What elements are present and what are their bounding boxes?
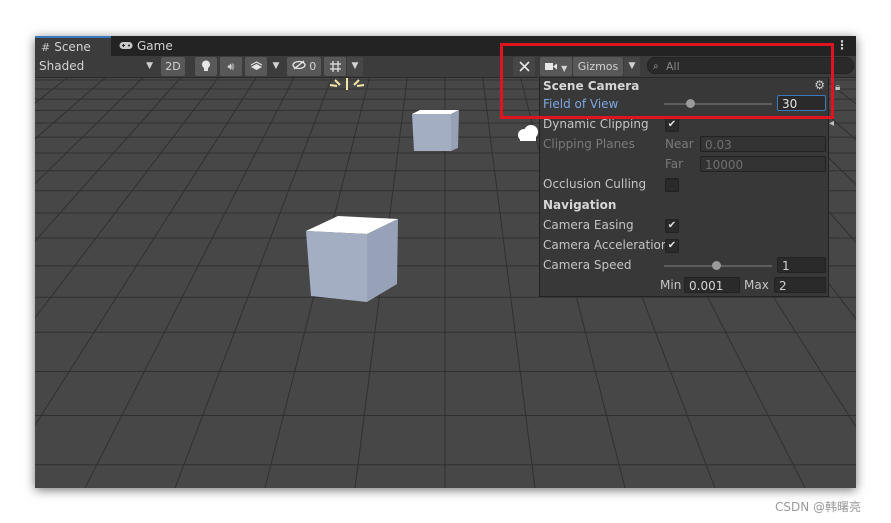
camera-speed-input[interactable]: 1 <box>777 257 826 273</box>
cube-object-large[interactable] <box>305 214 399 304</box>
camera-speed-label: Camera Speed <box>543 258 632 272</box>
max-label: Max <box>744 278 769 292</box>
far-label: Far <box>665 157 684 171</box>
dropdown-arrow-icon: ▼ <box>146 61 153 71</box>
grid-line <box>35 78 106 140</box>
dynamic-clipping-checkbox[interactable]: ✔ <box>665 118 679 132</box>
grid-snap-button[interactable] <box>324 57 346 76</box>
lighting-toggle-button[interactable] <box>195 57 217 76</box>
camera-easing-label: Camera Easing <box>543 218 634 232</box>
audio-source-gizmo-icon: ◂ <box>829 118 835 129</box>
effects-icon <box>250 61 263 75</box>
tab-game[interactable]: Game <box>113 36 179 56</box>
navigation-title: Navigation <box>543 198 617 212</box>
effects-dropdown-arrow-icon[interactable]: ▼ <box>269 57 283 76</box>
shading-mode-label: Shaded <box>39 59 85 73</box>
watermark-text: CSDN @韩曙亮 <box>775 500 862 514</box>
camera-acceleration-checkbox[interactable]: ✔ <box>665 239 679 253</box>
near-label: Near <box>665 137 694 151</box>
shading-mode-dropdown[interactable]: Shaded ▼ <box>35 57 157 76</box>
cloud-gizmo-icon <box>518 125 538 141</box>
grid-line <box>35 78 219 319</box>
grid-line <box>35 78 143 185</box>
occlusion-culling-label: Occlusion Culling <box>543 177 647 191</box>
camera-speed-slider-thumb[interactable] <box>712 261 721 270</box>
gamepad-icon <box>119 37 133 57</box>
cube-object-small[interactable] <box>411 108 461 152</box>
clipping-planes-label: Clipping Planes <box>543 137 635 151</box>
min-speed-input[interactable]: 0.001 <box>684 277 740 293</box>
far-input[interactable]: 10000 <box>700 156 826 172</box>
tab-scene[interactable]: # Scene <box>35 36 111 56</box>
audio-toggle-button[interactable]: 🔊︎ <box>220 57 242 76</box>
annotation-highlight-box <box>500 43 834 119</box>
grid-line <box>84 78 295 488</box>
mode-2d-button[interactable]: 2D <box>161 57 185 76</box>
occlusion-culling-checkbox[interactable] <box>665 178 679 192</box>
kebab-menu-icon[interactable]: ⋮ <box>836 38 848 52</box>
scene-view-viewport[interactable]: 🔒︎ ◂ Scene Camera ⚙ Field of View 30 Dyn… <box>35 78 856 488</box>
visibility-off-icon <box>292 60 310 73</box>
effects-toggle-button[interactable] <box>245 57 267 76</box>
grid-snap-icon <box>329 61 342 76</box>
lightbulb-icon <box>201 60 211 76</box>
hidden-objects-toggle-button[interactable]: 0 <box>287 57 321 76</box>
grid-icon: # <box>41 41 51 54</box>
max-speed-input[interactable]: 2 <box>774 277 826 293</box>
min-label: Min <box>660 278 682 292</box>
hidden-objects-count: 0 <box>309 60 317 73</box>
grid-dropdown-arrow-icon[interactable]: ▼ <box>347 57 363 76</box>
camera-easing-checkbox[interactable]: ✔ <box>665 219 679 233</box>
near-input[interactable]: 0.03 <box>700 136 826 152</box>
tab-scene-label: Scene <box>54 40 91 54</box>
audio-icon: 🔊︎ <box>227 60 235 73</box>
directional-light-gizmo-icon <box>329 78 365 90</box>
grid-line <box>35 78 257 427</box>
grid-line <box>35 78 181 242</box>
tab-game-label: Game <box>137 39 173 53</box>
camera-acceleration-label: Camera Acceleration <box>543 238 669 252</box>
lock-icon[interactable]: 🔒︎ <box>835 82 840 93</box>
